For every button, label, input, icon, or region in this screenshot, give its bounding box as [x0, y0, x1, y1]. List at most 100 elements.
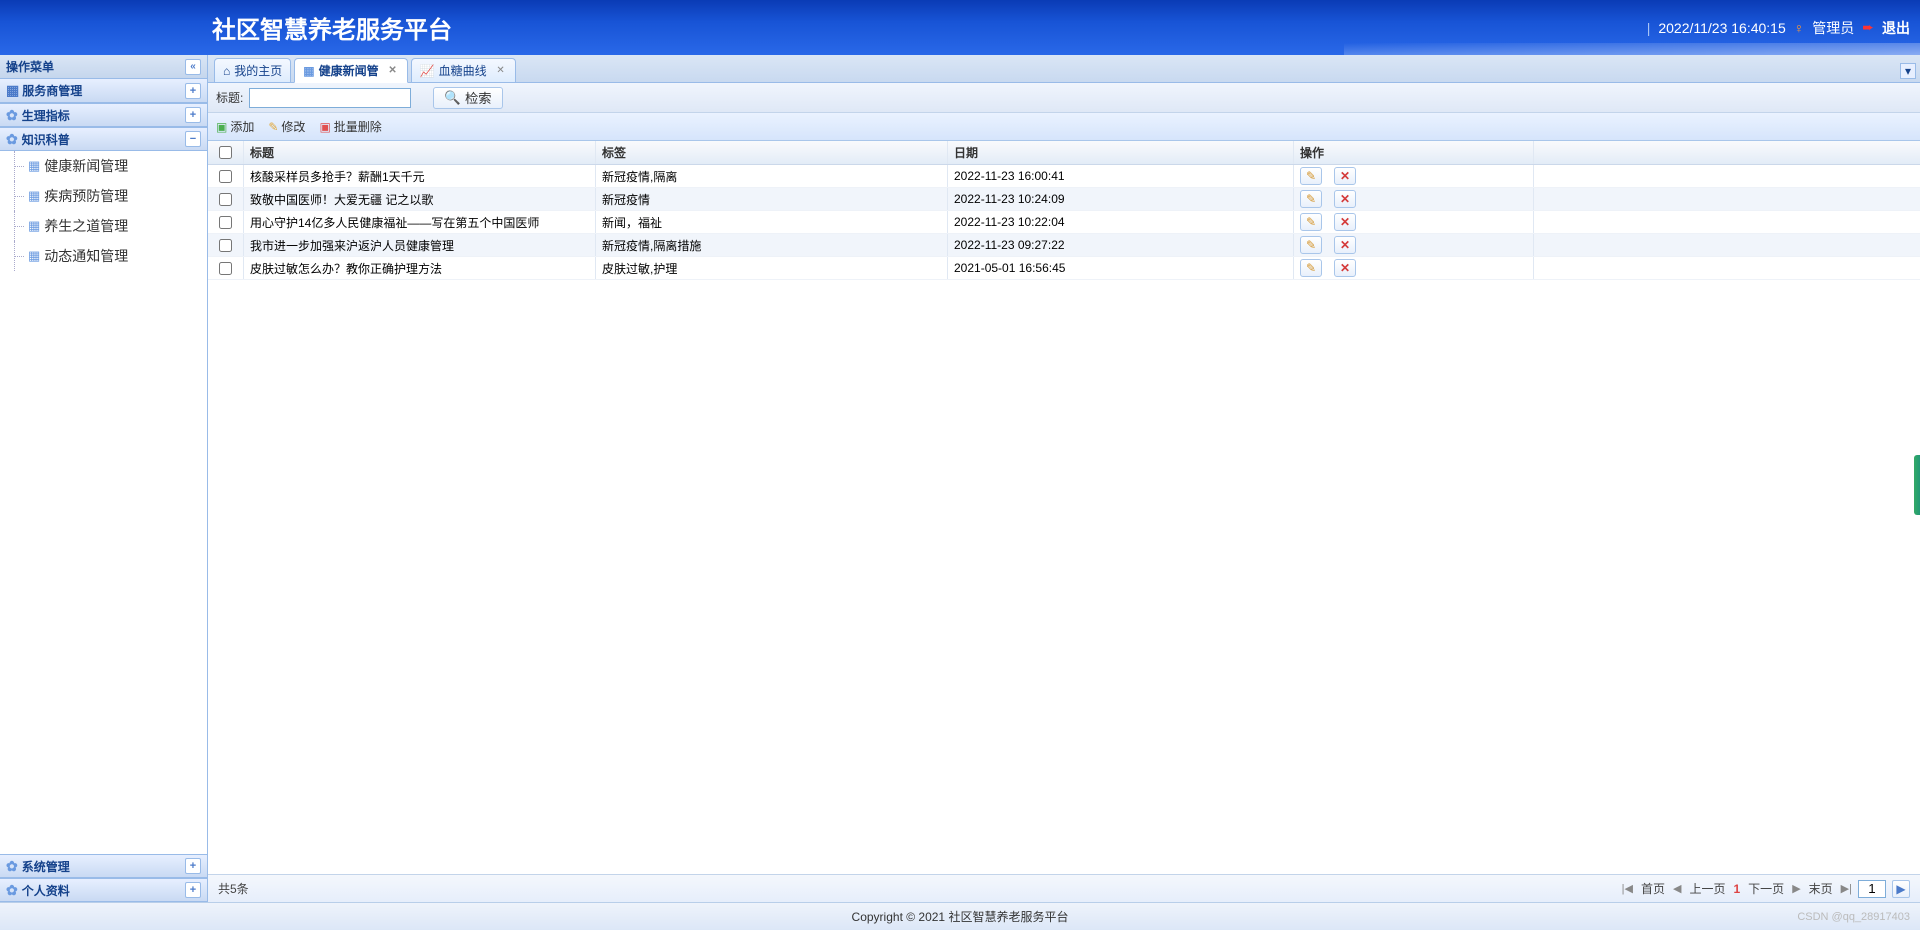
next-page-icon[interactable]: ▶	[1792, 882, 1800, 895]
row-edit-button[interactable]: ✎	[1300, 213, 1322, 231]
col-title[interactable]: 标题	[244, 141, 596, 164]
cell-tag: 新冠疫情,隔离措施	[596, 234, 948, 256]
delete-icon: ✕	[1340, 238, 1350, 252]
prev-page-link[interactable]: 上一页	[1687, 880, 1727, 897]
expand-icon: +	[185, 83, 201, 99]
pager-total: 共5条	[218, 880, 249, 897]
action-toolbar: ▣ 添加 ✎ 修改 ▣ 批量删除	[208, 113, 1920, 141]
cell-title: 皮肤过敏怎么办？教你正确护理方法	[244, 257, 596, 279]
cell-date: 2022-11-23 10:22:04	[948, 211, 1294, 233]
row-delete-button[interactable]: ✕	[1334, 259, 1356, 277]
delete-icon: ✕	[1340, 261, 1350, 275]
row-delete-button[interactable]: ✕	[1334, 213, 1356, 231]
pencil-icon: ✎	[1306, 169, 1316, 183]
current-page: 1	[1733, 882, 1740, 896]
row-checkbox[interactable]	[219, 239, 232, 252]
data-grid: 标题 标签 日期 操作 核酸采样员多抢手？薪酬1天千元新冠疫情,隔离2022-1…	[208, 141, 1920, 874]
row-checkbox[interactable]	[219, 216, 232, 229]
collapse-icon: −	[185, 131, 201, 147]
acc-panel-knowledge[interactable]: ✿ 知识科普 −	[0, 127, 207, 151]
row-edit-button[interactable]: ✎	[1300, 236, 1322, 254]
delete-icon: ✕	[1340, 192, 1350, 206]
edit-button[interactable]: ✎ 修改	[268, 118, 305, 135]
acc-panel-physio[interactable]: ✿ 生理指标 +	[0, 103, 207, 127]
col-op[interactable]: 操作	[1294, 141, 1534, 164]
add-label: 添加	[230, 118, 254, 135]
edit-icon: ✎	[268, 120, 278, 134]
batch-delete-button[interactable]: ▣ 批量删除	[319, 118, 381, 135]
user-link[interactable]: 管理员	[1812, 18, 1854, 38]
tab-health-news[interactable]: ▦ 健康新闻管 ✕	[294, 58, 407, 83]
table-row[interactable]: 用心守护14亿多人民健康福祉——写在第五个中国医师新闻，福祉2022-11-23…	[208, 211, 1920, 234]
sidebar-collapse-button[interactable]: «	[185, 59, 201, 75]
content-area: ⌂ 我的主页 ▦ 健康新闻管 ✕ 📈 血糖曲线 ✕ ▾ 标题: 🔍 检索	[208, 55, 1920, 902]
row-delete-button[interactable]: ✕	[1334, 190, 1356, 208]
acc-panel-profile[interactable]: ✿ 个人资料 +	[0, 878, 207, 902]
acc-panel-system[interactable]: ✿ 系统管理 +	[0, 854, 207, 878]
table-row[interactable]: 我市进一步加强来沪返沪人员健康管理新冠疫情,隔离措施2022-11-23 09:…	[208, 234, 1920, 257]
row-edit-button[interactable]: ✎	[1300, 167, 1322, 185]
tab-menu-button[interactable]: ▾	[1900, 63, 1916, 79]
header-right: | 2022/11/23 16:40:15 ♀ 管理员 ➨ 退出	[1647, 18, 1910, 38]
tab-blood-sugar[interactable]: 📈 血糖曲线 ✕	[411, 58, 516, 82]
tree-item-wellness[interactable]: ▦ 养生之道管理	[0, 211, 207, 241]
tree-item-notice[interactable]: ▦ 动态通知管理	[0, 241, 207, 271]
grid-icon: ▦	[28, 188, 40, 204]
logout-link[interactable]: 退出	[1882, 18, 1910, 38]
row-checkbox[interactable]	[219, 262, 232, 275]
first-page-icon[interactable]: |◀	[1622, 882, 1633, 895]
user-icon: ♀	[1794, 20, 1805, 36]
tree-label: 动态通知管理	[44, 246, 128, 266]
first-page-link[interactable]: 首页	[1639, 880, 1667, 897]
goto-page-button[interactable]: ▶	[1892, 880, 1910, 898]
table-row[interactable]: 核酸采样员多抢手？薪酬1天千元新冠疫情,隔离2022-11-23 16:00:4…	[208, 165, 1920, 188]
expand-icon: +	[185, 882, 201, 898]
separator: |	[1647, 20, 1651, 36]
expand-icon: +	[185, 107, 201, 123]
grid-icon: ▦	[28, 248, 40, 264]
tree-item-health-news[interactable]: ▦ 健康新闻管理	[0, 151, 207, 181]
row-checkbox[interactable]	[219, 170, 232, 183]
prev-page-icon[interactable]: ◀	[1673, 882, 1681, 895]
accordion: ▦ 服务商管理 + ✿ 生理指标 + ✿ 知识科普 − ▦ 健康新闻管理	[0, 79, 207, 902]
goto-page-input[interactable]	[1858, 880, 1886, 898]
row-checkbox[interactable]	[219, 193, 232, 206]
tab-home[interactable]: ⌂ 我的主页	[214, 58, 291, 82]
table-row[interactable]: 皮肤过敏怎么办？教你正确护理方法皮肤过敏,护理2021-05-01 16:56:…	[208, 257, 1920, 280]
cell-op: ✎✕	[1294, 211, 1534, 233]
next-page-link[interactable]: 下一页	[1746, 880, 1786, 897]
last-page-link[interactable]: 末页	[1807, 880, 1835, 897]
row-delete-button[interactable]: ✕	[1334, 167, 1356, 185]
expand-icon: +	[185, 858, 201, 874]
sidebar-title: 操作菜单	[6, 58, 54, 75]
cell-op: ✎✕	[1294, 257, 1534, 279]
search-icon: 🔍	[444, 90, 461, 106]
col-date[interactable]: 日期	[948, 141, 1294, 164]
search-button[interactable]: 🔍 检索	[433, 87, 502, 109]
row-edit-button[interactable]: ✎	[1300, 259, 1322, 277]
cell-date: 2022-11-23 16:00:41	[948, 165, 1294, 187]
acc-panel-providers[interactable]: ▦ 服务商管理 +	[0, 79, 207, 103]
close-icon[interactable]: ✕	[495, 65, 507, 77]
cell-op: ✎✕	[1294, 188, 1534, 210]
last-page-icon[interactable]: ▶|	[1841, 882, 1852, 895]
cell-tag: 新冠疫情,隔离	[596, 165, 948, 187]
acc-label: 知识科普	[22, 131, 70, 148]
add-button[interactable]: ▣ 添加	[216, 118, 254, 135]
search-toolbar: 标题: 🔍 检索	[208, 83, 1920, 113]
pencil-icon: ✎	[1306, 238, 1316, 252]
close-icon[interactable]: ✕	[387, 65, 399, 77]
cell-tag: 新冠疫情	[596, 188, 948, 210]
cell-title: 核酸采样员多抢手？薪酬1天千元	[244, 165, 596, 187]
table-row[interactable]: 致敬中国医师！大爱无疆 记之以歌新冠疫情2022-11-23 10:24:09✎…	[208, 188, 1920, 211]
tree-item-disease-prev[interactable]: ▦ 疾病预防管理	[0, 181, 207, 211]
select-all-checkbox[interactable]	[219, 146, 232, 159]
row-edit-button[interactable]: ✎	[1300, 190, 1322, 208]
row-delete-button[interactable]: ✕	[1334, 236, 1356, 254]
search-input[interactable]	[249, 88, 411, 108]
col-tag[interactable]: 标签	[596, 141, 948, 164]
right-handle[interactable]	[1914, 455, 1920, 515]
tab-label: 健康新闻管	[319, 62, 379, 79]
pencil-icon: ✎	[1306, 215, 1316, 229]
search-label: 标题:	[216, 89, 243, 106]
